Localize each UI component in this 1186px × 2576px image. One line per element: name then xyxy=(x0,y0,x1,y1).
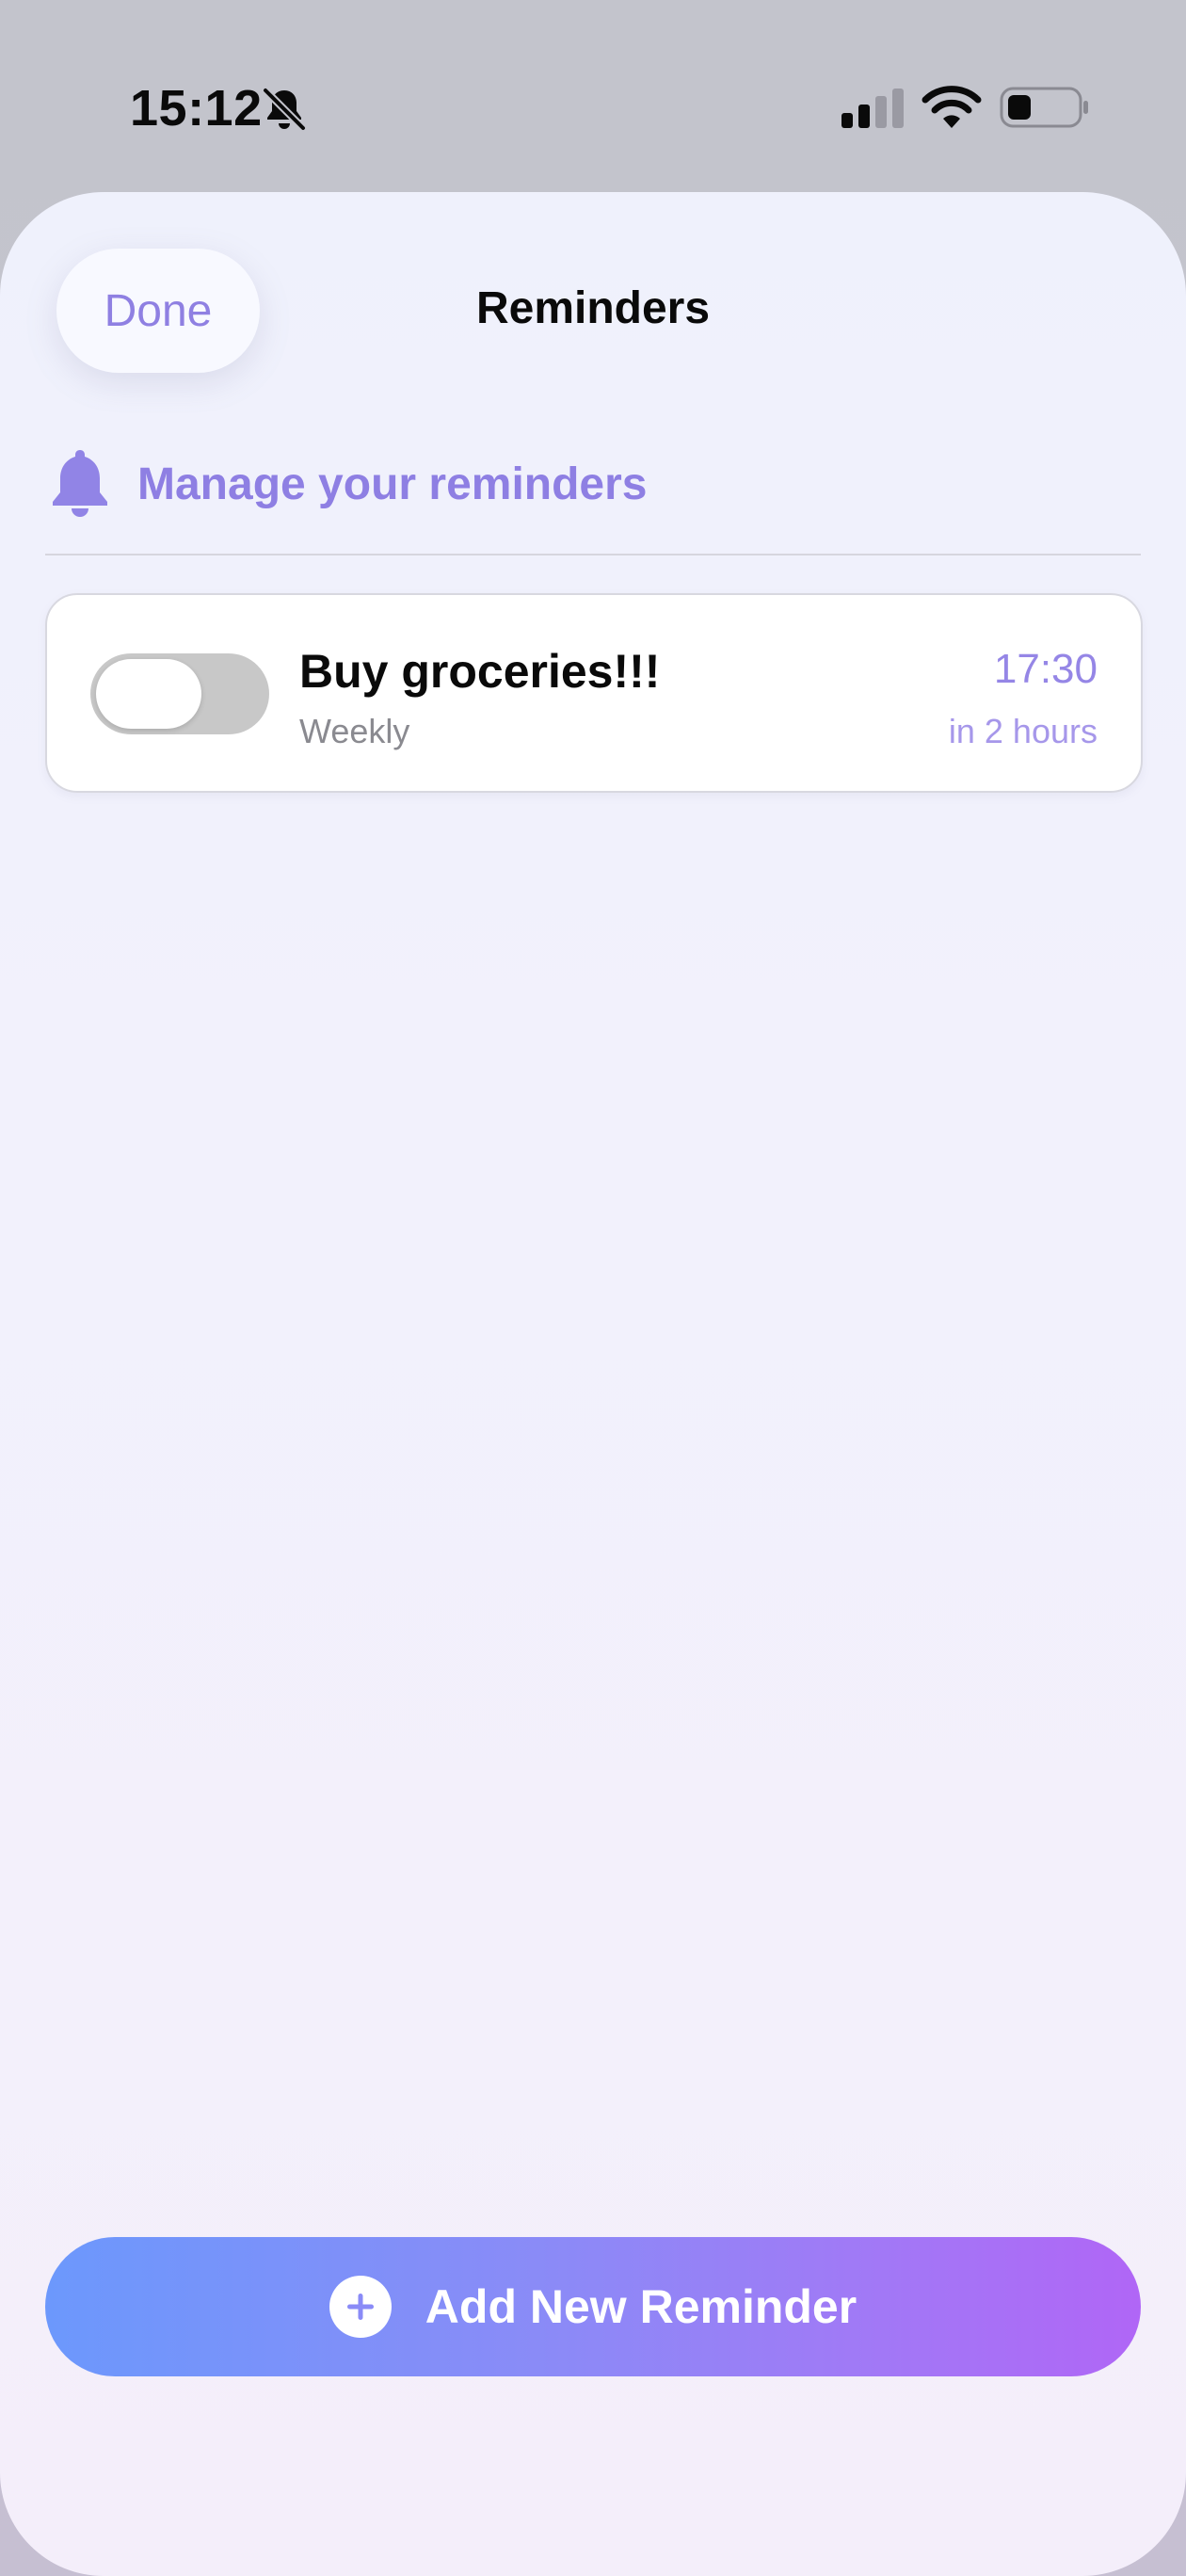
plus-circle-icon xyxy=(329,2276,392,2338)
add-new-reminder-button[interactable]: Add New Reminder xyxy=(45,2237,1141,2376)
wifi-icon xyxy=(922,86,982,128)
status-bar: 15:12 xyxy=(0,0,1186,188)
reminder-repeat: Weekly xyxy=(299,712,410,750)
reminder-title: Buy groceries!!! xyxy=(299,645,661,698)
add-new-reminder-label: Add New Reminder xyxy=(425,2280,857,2333)
divider xyxy=(45,554,1141,555)
reminder-toggle[interactable] xyxy=(90,653,269,734)
manage-reminders-header: Manage your reminders xyxy=(47,446,648,522)
bell-icon xyxy=(53,450,107,517)
reminder-card[interactable]: Buy groceries!!! Weekly 17:30 in 2 hours xyxy=(45,593,1143,793)
reminders-sheet: Done Reminders Manage your reminders Buy… xyxy=(0,192,1186,2576)
reminder-time: 17:30 xyxy=(993,646,1098,692)
battery-icon xyxy=(1000,87,1088,128)
reminder-relative-time: in 2 hours xyxy=(948,712,1098,750)
status-time: 15:12 xyxy=(130,80,263,137)
toggle-knob xyxy=(96,659,201,729)
page-title: Reminders xyxy=(475,283,711,333)
cellular-signal-icon xyxy=(841,89,904,128)
bell-slash-icon xyxy=(263,88,306,131)
manage-reminders-label: Manage your reminders xyxy=(137,459,648,509)
